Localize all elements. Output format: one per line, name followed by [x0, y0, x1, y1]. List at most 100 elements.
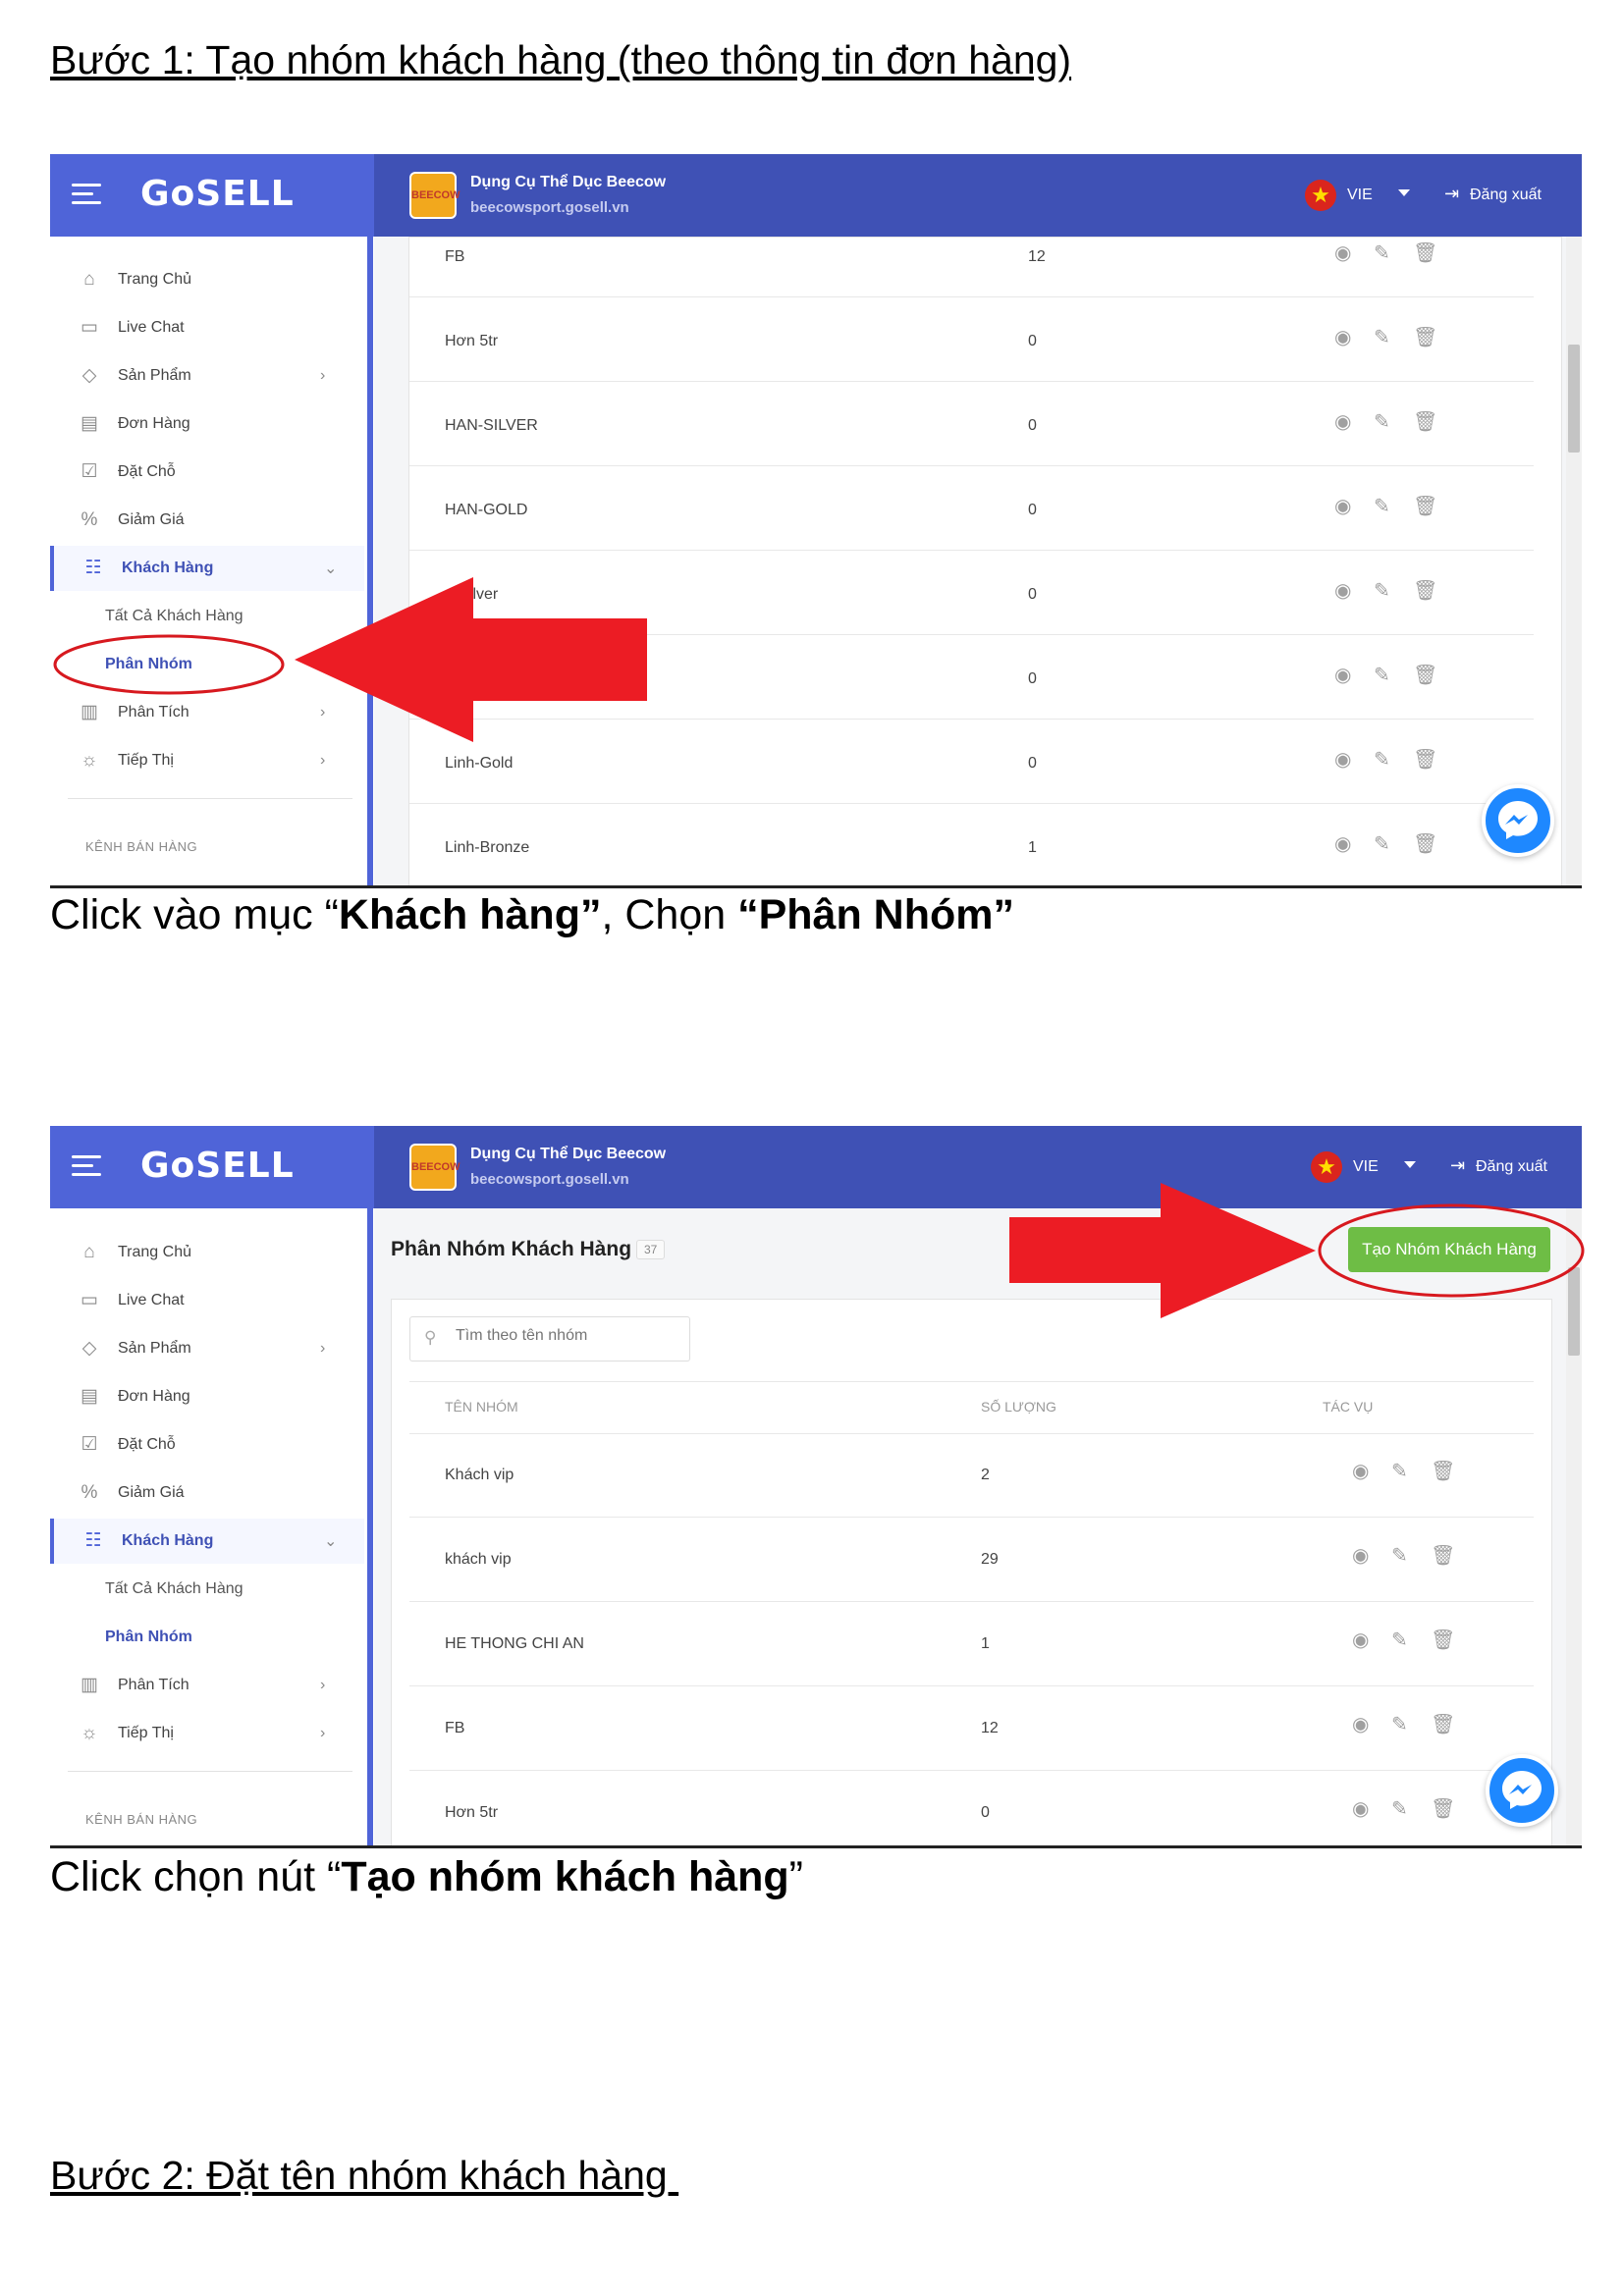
view-eye-icon[interactable]: ◉: [1334, 409, 1351, 434]
sidebar-item[interactable]: ◇ Sản Phẩm ›: [50, 353, 364, 399]
sidebar-subitem[interactable]: Tất Cả Khách Hàng: [105, 1580, 244, 1598]
sidebar-item[interactable]: ▤ Đơn Hàng: [50, 401, 364, 447]
sidebar-item[interactable]: ☷ Khách Hàng ⌄: [50, 1519, 364, 1564]
view-eye-icon[interactable]: ◉: [1334, 494, 1351, 518]
logout-icon[interactable]: ⇥: [1444, 184, 1459, 204]
sidebar-subitem[interactable]: Phân Nhóm: [105, 656, 192, 673]
chevron-down-icon[interactable]: [1404, 1161, 1416, 1168]
table-row[interactable]: HAN-GOLD 0 ◉ ✎ 🗑: [409, 466, 1534, 551]
logout-icon[interactable]: ⇥: [1450, 1155, 1465, 1176]
delete-trash-icon[interactable]: 🗑: [1413, 663, 1437, 687]
search-input[interactable]: [456, 1327, 672, 1345]
chevron-down-icon: ⌄: [324, 561, 338, 577]
sidebar-item[interactable]: ☑ Đặt Chỗ: [50, 450, 364, 495]
edit-pencil-icon[interactable]: ✎: [1391, 1796, 1408, 1821]
sidebar-item[interactable]: ◇ Sản Phẩm ›: [50, 1326, 364, 1371]
edit-pencil-icon[interactable]: ✎: [1374, 409, 1390, 434]
delete-trash-icon[interactable]: 🗑: [1413, 831, 1437, 856]
view-eye-icon[interactable]: ◉: [1334, 663, 1351, 687]
search-box[interactable]: ⚲: [409, 1316, 690, 1362]
sidebar-item[interactable]: ▥ Phân Tích ›: [50, 690, 364, 735]
sidebar-item[interactable]: ☼ Tiếp Thị ›: [50, 1711, 364, 1756]
view-eye-icon[interactable]: ◉: [1352, 1459, 1369, 1483]
sidebar-item[interactable]: ⌂ Trang Chủ: [50, 1230, 364, 1275]
store-name: Dụng Cụ Thể Dục Beecow: [470, 1146, 667, 1162]
delete-trash-icon[interactable]: 🗑: [1413, 494, 1437, 518]
edit-pencil-icon[interactable]: ✎: [1374, 831, 1390, 856]
view-eye-icon[interactable]: ◉: [1334, 578, 1351, 603]
delete-trash-icon[interactable]: 🗑: [1413, 325, 1437, 349]
language-selector[interactable]: VIE: [1353, 1158, 1379, 1176]
scrollbar[interactable]: [1566, 237, 1582, 885]
edit-pencil-icon[interactable]: ✎: [1374, 747, 1390, 772]
delete-trash-icon[interactable]: 🗑: [1431, 1459, 1455, 1483]
delete-trash-icon[interactable]: 🗑: [1431, 1796, 1455, 1821]
hamburger-menu-icon[interactable]: [72, 1155, 101, 1179]
hamburger-menu-icon[interactable]: [72, 184, 101, 207]
sidebar-item[interactable]: % Giảm Giá: [50, 498, 364, 543]
sidebar-item[interactable]: ▭ Live Chat: [50, 1278, 364, 1323]
table-row[interactable]: 0 ◉ ✎ 🗑: [409, 635, 1534, 720]
edit-pencil-icon[interactable]: ✎: [1374, 325, 1390, 349]
search-icon: ⚲: [424, 1328, 437, 1347]
language-selector[interactable]: VIE: [1347, 187, 1373, 204]
delete-trash-icon[interactable]: 🗑: [1431, 1628, 1455, 1652]
delete-trash-icon[interactable]: 🗑: [1431, 1543, 1455, 1568]
view-eye-icon[interactable]: ◉: [1334, 747, 1351, 772]
view-eye-icon[interactable]: ◉: [1352, 1796, 1369, 1821]
caption-text: Click chọn nút “: [50, 1853, 342, 1900]
sidebar-subitem[interactable]: Tất Cả Khách Hàng: [105, 608, 244, 625]
table-row[interactable]: Khách vip 2 ◉ ✎ 🗑: [409, 1433, 1534, 1518]
delete-trash-icon[interactable]: 🗑: [1413, 578, 1437, 603]
delete-trash-icon[interactable]: 🗑: [1413, 747, 1437, 772]
table-row[interactable]: g-Silver 0 ◉ ✎ 🗑: [409, 551, 1534, 635]
delete-trash-icon[interactable]: 🗑: [1413, 240, 1437, 265]
edit-pencil-icon[interactable]: ✎: [1391, 1543, 1408, 1568]
edit-pencil-icon[interactable]: ✎: [1391, 1628, 1408, 1652]
vietnam-flag-icon[interactable]: ★: [1311, 1151, 1342, 1183]
vietnam-flag-icon[interactable]: ★: [1305, 180, 1336, 211]
view-eye-icon[interactable]: ◉: [1352, 1628, 1369, 1652]
table-row[interactable]: FB 12 ◉ ✎ 🗑: [409, 1686, 1534, 1771]
chevron-down-icon[interactable]: [1398, 189, 1410, 196]
scrollbar[interactable]: [1566, 1208, 1582, 1845]
logout-link[interactable]: Đăng xuất: [1470, 187, 1542, 204]
sidebar-item[interactable]: ▥ Phân Tích ›: [50, 1663, 364, 1708]
edit-pencil-icon[interactable]: ✎: [1374, 494, 1390, 518]
sidebar-item[interactable]: ☷ Khách Hàng ⌄: [50, 546, 364, 591]
sidebar-item[interactable]: ▭ Live Chat: [50, 305, 364, 350]
view-eye-icon[interactable]: ◉: [1334, 831, 1351, 856]
sidebar-subitem[interactable]: Phân Nhóm: [105, 1629, 192, 1646]
table-row[interactable]: FB 12 ◉ ✎ 🗑: [409, 213, 1534, 297]
messenger-icon[interactable]: [1482, 784, 1554, 857]
sidebar-item[interactable]: ▤ Đơn Hàng: [50, 1374, 364, 1419]
edit-pencil-icon[interactable]: ✎: [1391, 1712, 1408, 1736]
edit-pencil-icon[interactable]: ✎: [1374, 663, 1390, 687]
table-row[interactable]: Hơn 5tr 0 ◉ ✎ 🗑: [409, 1771, 1534, 1845]
sidebar-item[interactable]: ⌂ Trang Chủ: [50, 257, 364, 302]
group-name: HAN-GOLD: [445, 502, 528, 518]
group-quantity: 29: [981, 1551, 999, 1568]
table-row[interactable]: Linh-Bronze 1 ◉ ✎ 🗑: [409, 804, 1534, 885]
edit-pencil-icon[interactable]: ✎: [1374, 578, 1390, 603]
table-row[interactable]: Linh-Gold 0 ◉ ✎ 🗑: [409, 720, 1534, 804]
sidebar-item[interactable]: ☼ Tiếp Thị ›: [50, 738, 364, 783]
delete-trash-icon[interactable]: 🗑: [1413, 409, 1437, 434]
table-row[interactable]: khách vip 29 ◉ ✎ 🗑: [409, 1518, 1534, 1602]
view-eye-icon[interactable]: ◉: [1334, 325, 1351, 349]
view-eye-icon[interactable]: ◉: [1352, 1712, 1369, 1736]
table-row[interactable]: HE THONG CHI AN 1 ◉ ✎ 🗑: [409, 1602, 1534, 1686]
create-customer-group-button[interactable]: Tạo Nhóm Khách Hàng: [1348, 1227, 1550, 1272]
messenger-icon[interactable]: [1486, 1754, 1558, 1827]
view-eye-icon[interactable]: ◉: [1352, 1543, 1369, 1568]
logout-link[interactable]: Đăng xuất: [1476, 1158, 1547, 1176]
table-row[interactable]: Hơn 5tr 0 ◉ ✎ 🗑: [409, 297, 1534, 382]
delete-trash-icon[interactable]: 🗑: [1431, 1712, 1455, 1736]
sidebar-item[interactable]: ☑ Đặt Chỗ: [50, 1422, 364, 1468]
edit-pencil-icon[interactable]: ✎: [1391, 1459, 1408, 1483]
view-eye-icon[interactable]: ◉: [1334, 240, 1351, 265]
page-title: Phân Nhóm Khách Hàng: [391, 1238, 632, 1260]
edit-pencil-icon[interactable]: ✎: [1374, 240, 1390, 265]
sidebar-item[interactable]: % Giảm Giá: [50, 1470, 364, 1516]
table-row[interactable]: HAN-SILVER 0 ◉ ✎ 🗑: [409, 382, 1534, 466]
